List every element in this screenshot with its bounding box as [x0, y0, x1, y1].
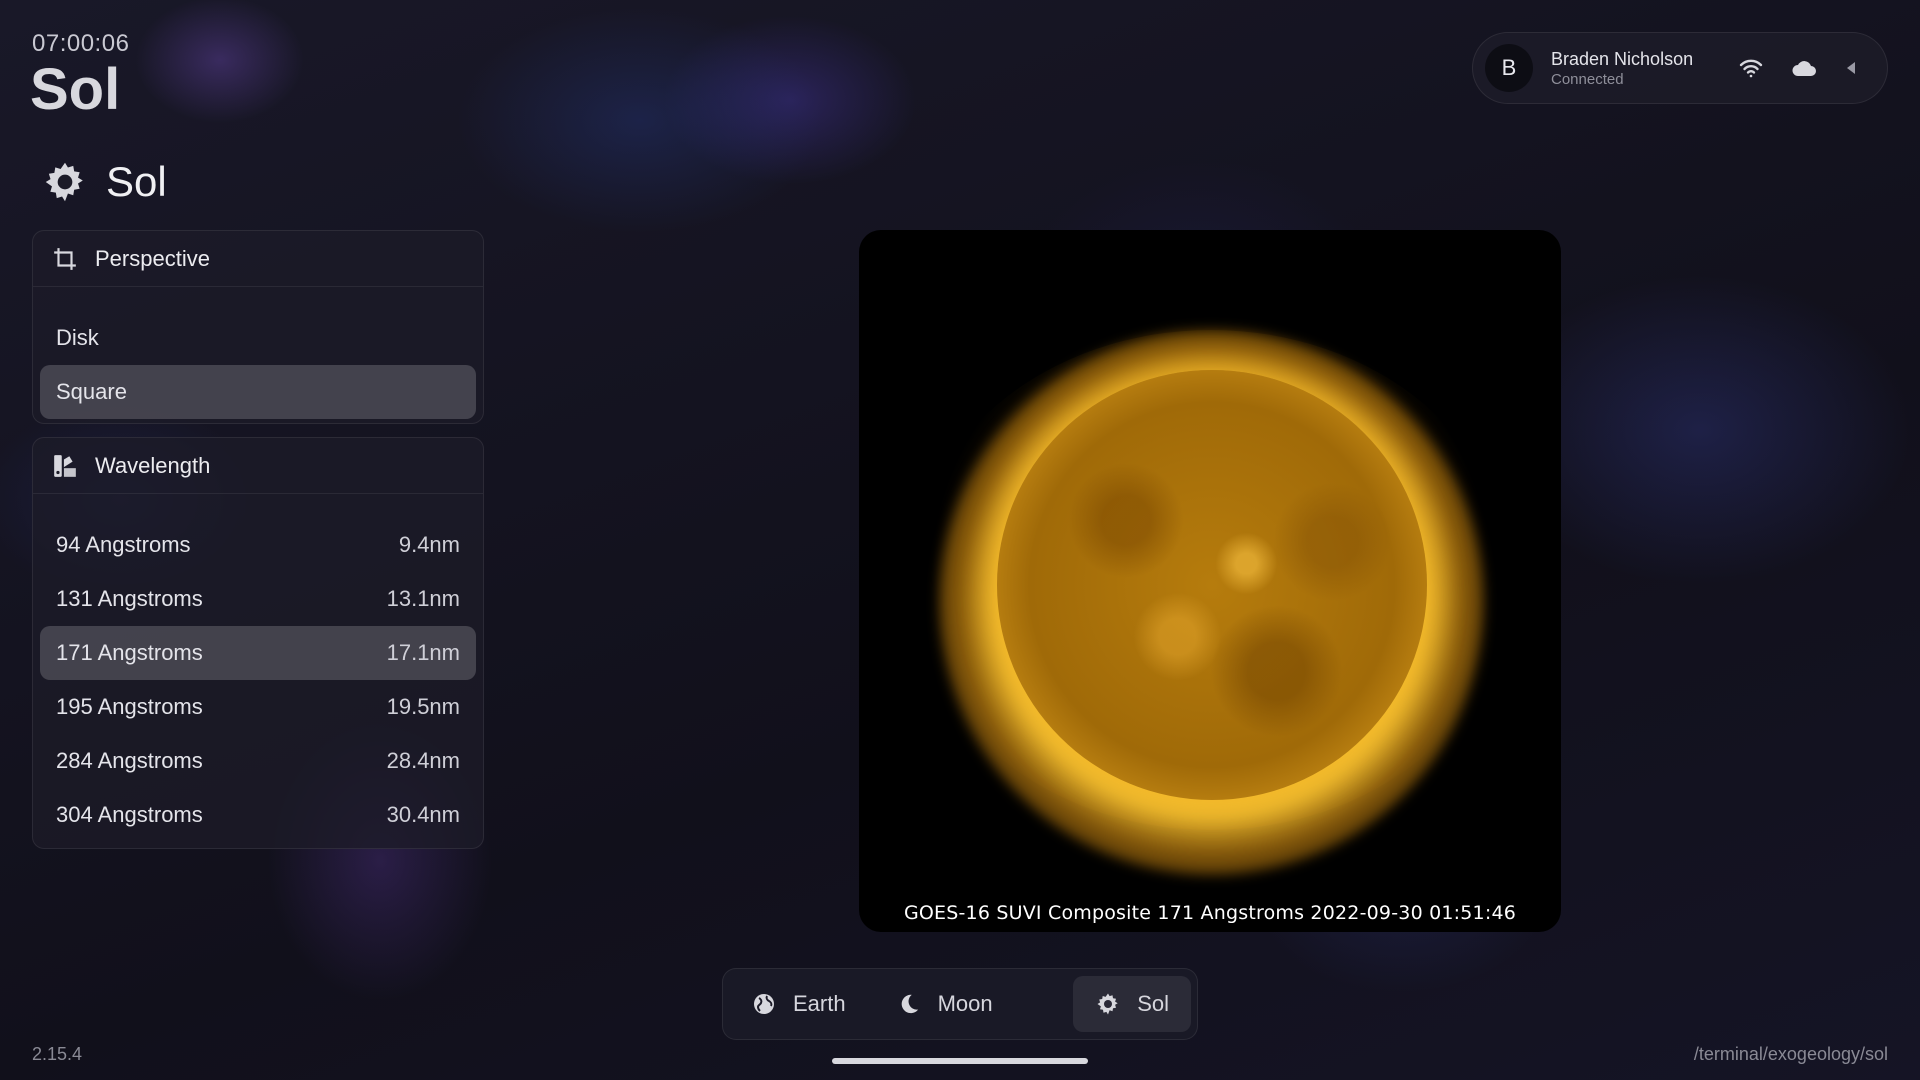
option-label: 195 Angstroms	[56, 694, 203, 719]
avatar: B	[1485, 44, 1533, 92]
wavelength-option[interactable]: 171 Angstroms 17.1nm	[40, 626, 476, 680]
option-label: 94 Angstroms	[56, 532, 191, 557]
wavelength-panel: Wavelength 94 Angstroms 9.4nm 131 Angstr…	[32, 437, 484, 849]
option-value: 19.5nm	[386, 694, 460, 719]
app-version: 2.15.4	[32, 1044, 83, 1064]
palette-ruler-icon	[51, 452, 79, 480]
home-indicator[interactable]	[832, 1058, 1088, 1064]
option-label: 304 Angstroms	[56, 802, 203, 827]
perspective-header: Perspective	[33, 231, 483, 287]
user-name: Braden Nicholson	[1551, 48, 1694, 69]
option-label: Disk	[56, 325, 99, 350]
perspective-option-disk[interactable]: Disk	[40, 311, 476, 365]
solar-image-viewer[interactable]: GOES-16 SUVI Composite 171 Angstroms 202…	[859, 230, 1561, 932]
option-label: 131 Angstroms	[56, 586, 203, 611]
perspective-title: Perspective	[95, 245, 210, 271]
option-label: 284 Angstroms	[56, 748, 203, 773]
option-value: 28.4nm	[386, 748, 460, 773]
perspective-option-square[interactable]: Square	[40, 365, 476, 419]
moon-icon	[896, 991, 922, 1017]
cloud-icon	[1791, 59, 1817, 77]
tab-label: Sol	[1137, 991, 1169, 1016]
clock: 07:00:06	[32, 30, 130, 57]
image-caption: GOES-16 SUVI Composite 171 Angstroms 202…	[903, 902, 1517, 924]
crop-icon	[51, 245, 79, 273]
globe-icon	[751, 991, 777, 1017]
tab-moon[interactable]: Moon	[874, 976, 1015, 1032]
tab-earth[interactable]: Earth	[729, 976, 868, 1032]
perspective-panel: Perspective Disk Square	[32, 230, 484, 424]
option-value: 13.1nm	[386, 586, 460, 611]
wavelength-header: Wavelength	[33, 438, 483, 494]
option-label: Square	[56, 379, 127, 404]
wifi-icon	[1739, 58, 1763, 78]
connection-status: Connected	[1551, 70, 1624, 88]
tab-label: Earth	[793, 991, 846, 1016]
caret-left-icon[interactable]	[1845, 61, 1857, 75]
gear-sun-icon	[42, 159, 88, 205]
page-title: Sol	[30, 57, 121, 122]
wavelength-option[interactable]: 94 Angstroms 9.4nm	[40, 518, 476, 572]
section-heading: Sol	[42, 158, 167, 206]
user-status-card[interactable]: B Braden Nicholson Connected	[1472, 32, 1888, 104]
bottom-tab-bar: Earth Moon Sol	[722, 968, 1198, 1040]
wavelength-option[interactable]: 284 Angstroms 28.4nm	[40, 734, 476, 788]
route-path: /terminal/exogeology/sol	[1693, 1044, 1888, 1064]
wavelength-option[interactable]: 304 Angstroms 30.4nm	[40, 788, 476, 842]
option-value: 17.1nm	[386, 640, 460, 665]
wavelength-title: Wavelength	[95, 452, 211, 478]
gear-sun-icon	[1095, 991, 1121, 1017]
sun-image	[997, 370, 1427, 800]
option-value: 30.4nm	[386, 802, 460, 827]
option-label: 171 Angstroms	[56, 640, 203, 665]
tab-label: Moon	[937, 991, 993, 1016]
wavelength-option[interactable]: 131 Angstroms 13.1nm	[40, 572, 476, 626]
tab-sol[interactable]: Sol	[1073, 976, 1191, 1032]
option-value: 9.4nm	[398, 532, 460, 557]
section-title: Sol	[106, 158, 167, 205]
wavelength-option[interactable]: 195 Angstroms 19.5nm	[40, 680, 476, 734]
